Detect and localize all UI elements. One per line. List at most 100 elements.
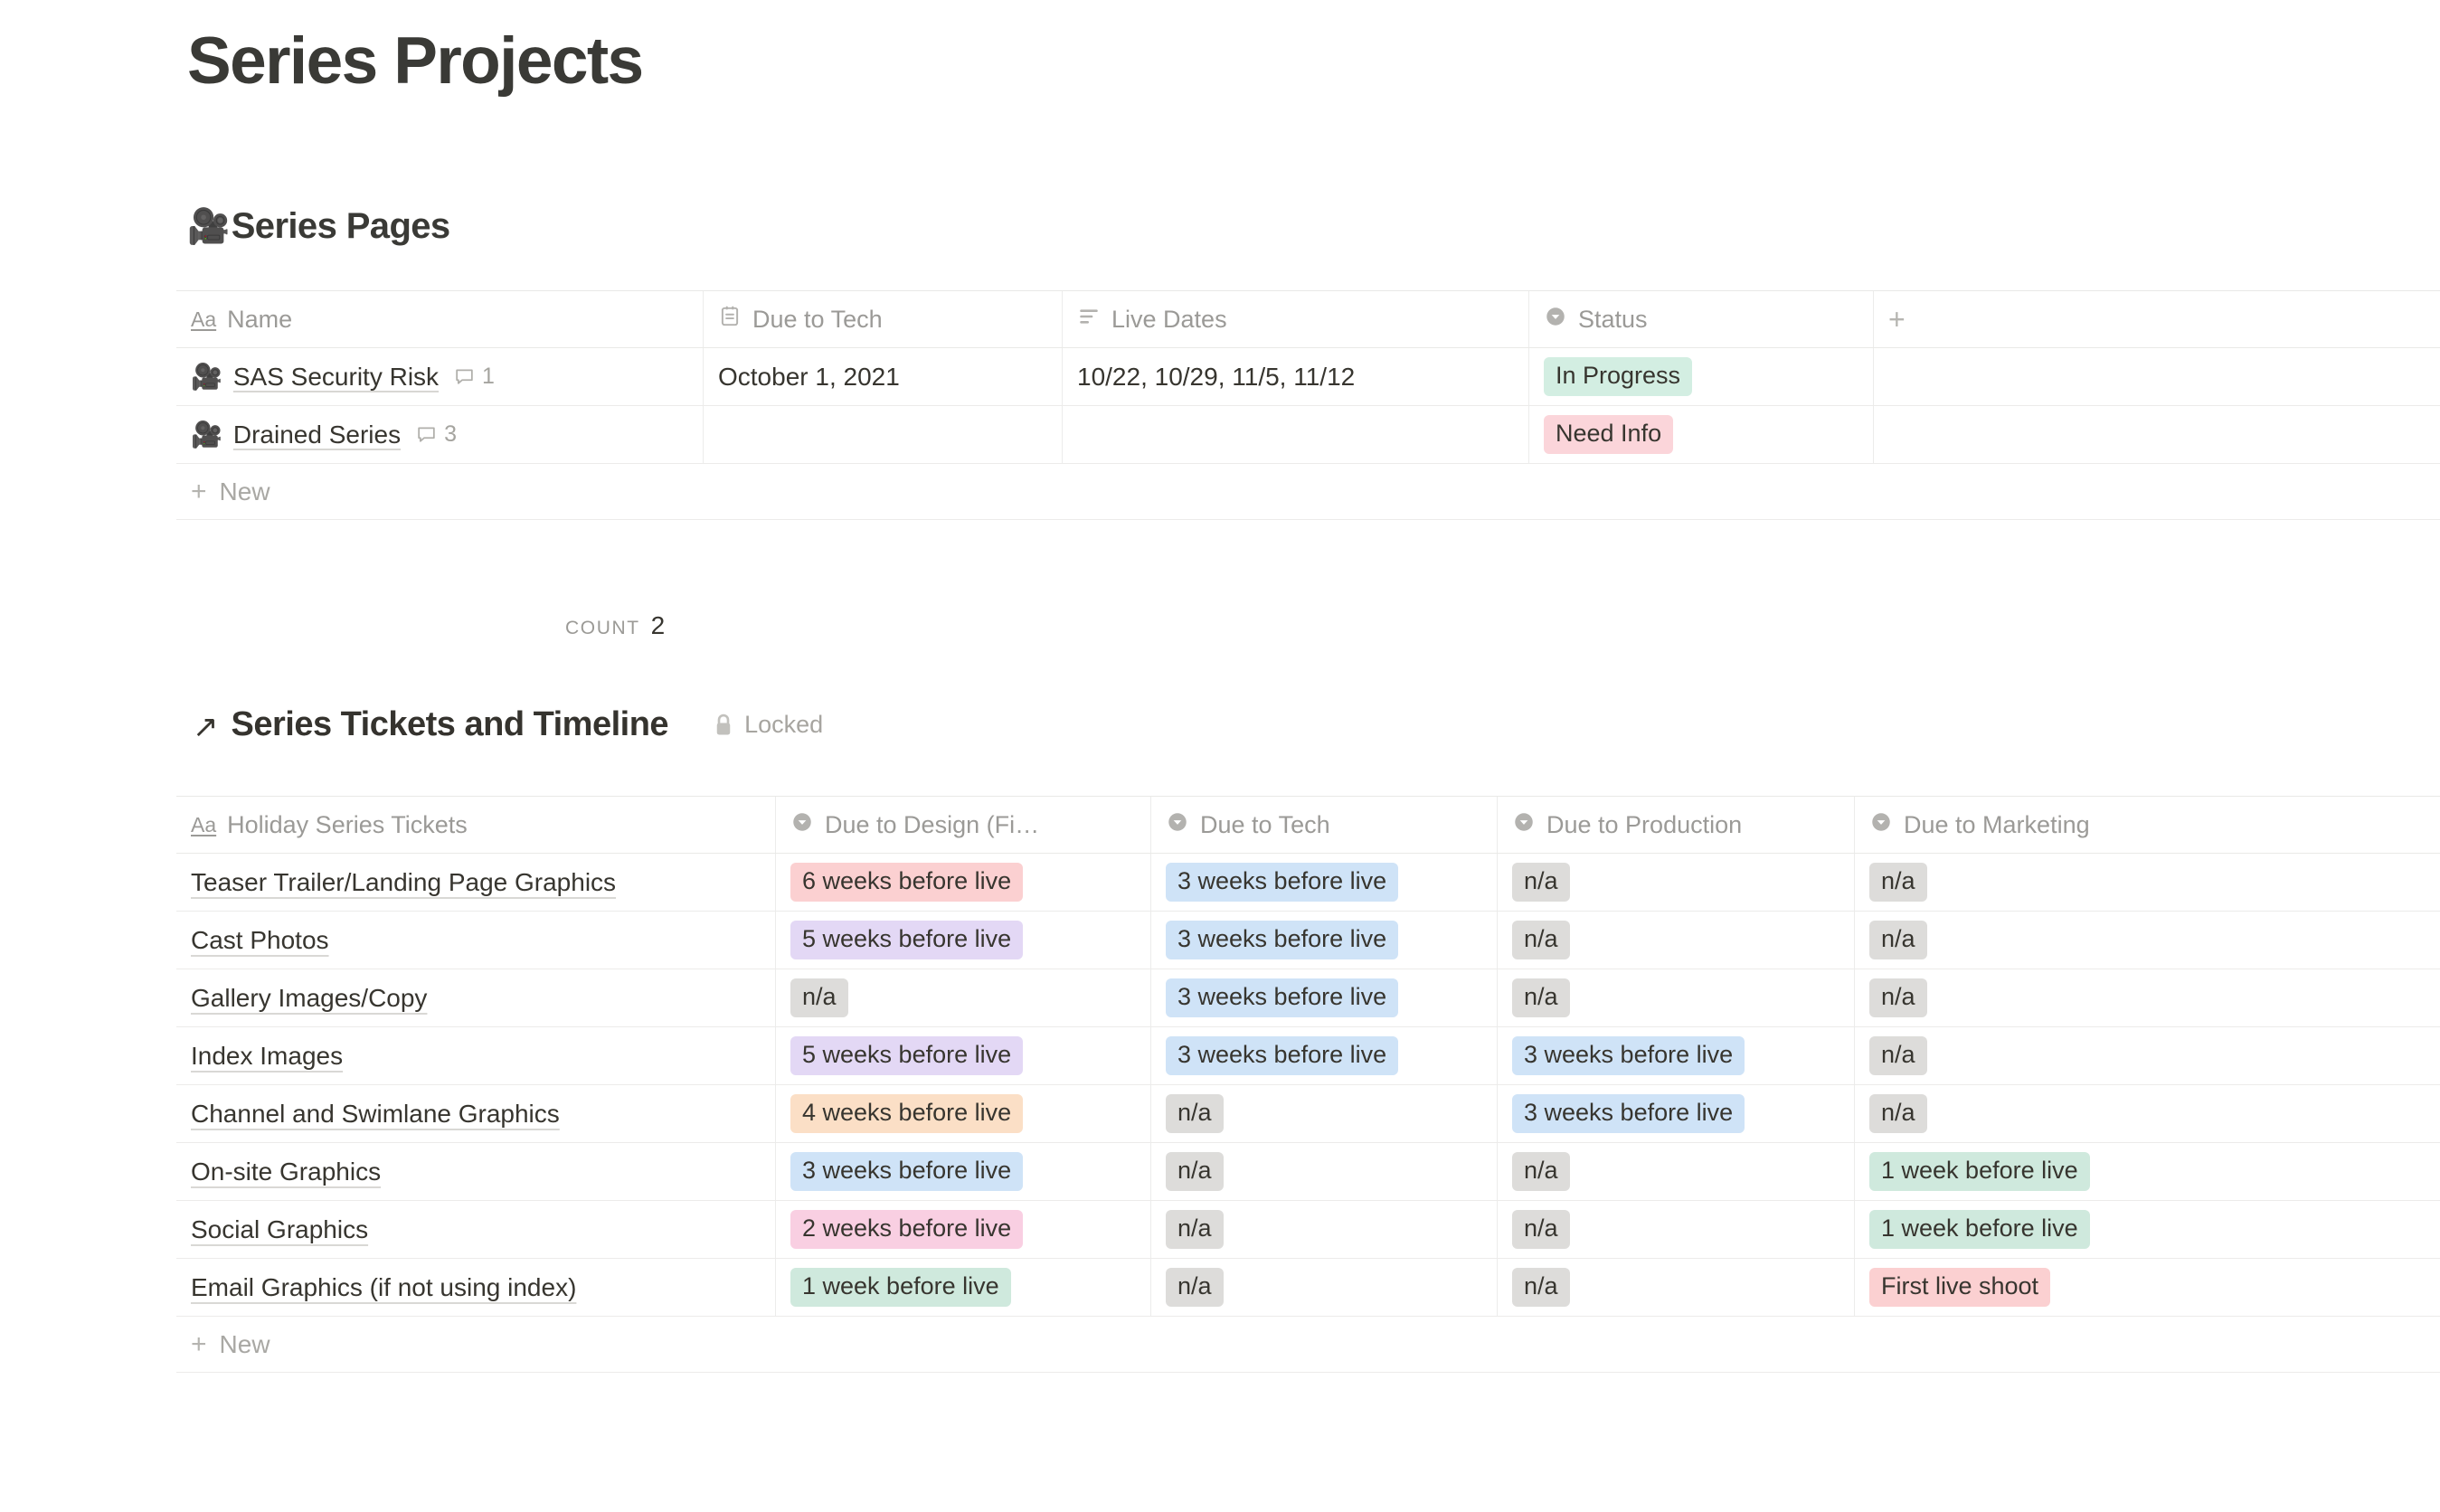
table-row[interactable]: 🎥 SAS Security Risk 1 October 1, 2021 10… <box>176 348 2440 406</box>
cell-due-to-tech[interactable]: n/a <box>1151 1085 1498 1142</box>
table-row[interactable]: On-site Graphics 3 weeks before live n/a… <box>176 1143 2440 1201</box>
count-footer[interactable]: COUNT 2 <box>565 611 665 640</box>
row-name-cell[interactable]: Email Graphics (if not using index) <box>176 1259 776 1316</box>
cell-due-to-marketing[interactable]: 1 week before live <box>1855 1201 2440 1258</box>
table-row[interactable]: Teaser Trailer/Landing Page Graphics 6 w… <box>176 854 2440 912</box>
cell-due-to-design[interactable]: 6 weeks before live <box>776 854 1151 911</box>
page-link[interactable]: Drained Series <box>233 421 401 449</box>
cell-due-to-marketing[interactable]: n/a <box>1855 912 2440 969</box>
cell-due-to-marketing[interactable]: n/a <box>1855 854 2440 911</box>
cell-due-to-production[interactable]: 3 weeks before live <box>1498 1085 1855 1142</box>
series-tickets-title[interactable]: Series Tickets and Timeline <box>232 705 669 744</box>
row-name-cell[interactable]: Gallery Images/Copy <box>176 969 776 1026</box>
row-name[interactable]: On-site Graphics <box>191 1158 381 1186</box>
select-badge: 4 weeks before live <box>790 1093 1024 1134</box>
cell-due-to-production[interactable]: n/a <box>1498 1143 1855 1200</box>
row-name[interactable]: Social Graphics <box>191 1215 368 1244</box>
row-name-cell[interactable]: Index Images <box>176 1027 776 1084</box>
cell-live-dates[interactable]: 10/22, 10/29, 11/5, 11/12 <box>1063 348 1529 405</box>
cell-live-dates[interactable] <box>1063 406 1529 463</box>
cell-due-to-marketing[interactable]: n/a <box>1855 1085 2440 1142</box>
row-name[interactable]: Teaser Trailer/Landing Page Graphics <box>191 868 616 897</box>
add-new-row-button[interactable]: + New <box>176 1317 2440 1373</box>
table-row[interactable]: Email Graphics (if not using index) 1 we… <box>176 1259 2440 1317</box>
select-chevron-icon <box>790 810 814 840</box>
table-row[interactable]: Gallery Images/Copy n/a 3 weeks before l… <box>176 969 2440 1027</box>
select-badge: n/a <box>1166 1267 1224 1308</box>
cell-due-to-production[interactable]: n/a <box>1498 912 1855 969</box>
add-column-button[interactable]: + <box>1874 291 2440 347</box>
comment-count[interactable]: 3 <box>415 421 457 448</box>
add-new-row-button[interactable]: + New <box>176 464 2440 520</box>
cell-due-to-design[interactable]: 5 weeks before live <box>776 1027 1151 1084</box>
cell-due-to-tech[interactable]: 3 weeks before live <box>1151 912 1498 969</box>
cell-due-to-design[interactable]: n/a <box>776 969 1151 1026</box>
row-name-cell[interactable]: On-site Graphics <box>176 1143 776 1200</box>
cell-due-to-production[interactable]: n/a <box>1498 854 1855 911</box>
cell-due-to-tech[interactable]: n/a <box>1151 1201 1498 1258</box>
select-badge: 3 weeks before live <box>1512 1035 1745 1076</box>
row-name-cell[interactable]: Cast Photos <box>176 912 776 969</box>
cell-due-to-production[interactable]: n/a <box>1498 1201 1855 1258</box>
cell-due-to-tech[interactable]: n/a <box>1151 1259 1498 1316</box>
cell-due-to-tech[interactable]: October 1, 2021 <box>704 348 1063 405</box>
cell-due-to-production[interactable]: 3 weeks before live <box>1498 1027 1855 1084</box>
cell-due-to-production[interactable]: n/a <box>1498 1259 1855 1316</box>
table-row[interactable]: Index Images 5 weeks before live 3 weeks… <box>176 1027 2440 1085</box>
column-header-name[interactable]: Aa Name <box>176 291 704 347</box>
select-badge: First live shoot <box>1869 1267 2051 1308</box>
column-header-due-to-tech[interactable]: Due to Tech <box>704 291 1063 347</box>
row-name[interactable]: Cast Photos <box>191 926 329 955</box>
select-badge: 3 weeks before live <box>1166 920 1399 960</box>
row-name-cell[interactable]: 🎥 Drained Series 3 <box>176 406 704 463</box>
select-badge: n/a <box>790 978 848 1018</box>
movie-camera-icon: 🎥 <box>191 362 222 391</box>
row-name-cell[interactable]: Channel and Swimlane Graphics <box>176 1085 776 1142</box>
select-badge: n/a <box>1869 920 1927 960</box>
column-header-due-to-marketing[interactable]: Due to Marketing <box>1855 797 2440 853</box>
row-name-cell[interactable]: Social Graphics <box>176 1201 776 1258</box>
table-row[interactable]: Cast Photos 5 weeks before live 3 weeks … <box>176 912 2440 969</box>
row-name-cell[interactable]: Teaser Trailer/Landing Page Graphics <box>176 854 776 911</box>
column-header-live-dates[interactable]: Live Dates <box>1063 291 1529 347</box>
table-row[interactable]: 🎥 Drained Series 3 Need Info <box>176 406 2440 464</box>
cell-due-to-design[interactable]: 4 weeks before live <box>776 1085 1151 1142</box>
row-name[interactable]: Gallery Images/Copy <box>191 984 427 1013</box>
cell-due-to-design[interactable]: 5 weeks before live <box>776 912 1151 969</box>
page-link[interactable]: SAS Security Risk <box>233 363 439 392</box>
row-name[interactable]: Channel and Swimlane Graphics <box>191 1100 560 1129</box>
select-badge: n/a <box>1166 1151 1224 1192</box>
table-row[interactable]: Channel and Swimlane Graphics 4 weeks be… <box>176 1085 2440 1143</box>
row-name[interactable]: Index Images <box>191 1042 343 1071</box>
cell-due-to-production[interactable]: n/a <box>1498 969 1855 1026</box>
cell-status[interactable]: In Progress <box>1529 348 1874 405</box>
cell-due-to-marketing[interactable]: First live shoot <box>1855 1259 2440 1316</box>
cell-due-to-marketing[interactable]: 1 week before live <box>1855 1143 2440 1200</box>
cell-due-to-design[interactable]: 1 week before live <box>776 1259 1151 1316</box>
column-header-due-to-production[interactable]: Due to Production <box>1498 797 1855 853</box>
column-header-due-to-design[interactable]: Due to Design (Fi… <box>776 797 1151 853</box>
column-header-holiday-series-tickets[interactable]: Aa Holiday Series Tickets <box>176 797 776 853</box>
page-title: Series Projects <box>187 24 644 98</box>
column-header-label: Due to Tech <box>1200 810 1330 838</box>
cell-status[interactable]: Need Info <box>1529 406 1874 463</box>
row-name-cell[interactable]: 🎥 SAS Security Risk 1 <box>176 348 704 405</box>
cell-due-to-tech[interactable]: 3 weeks before live <box>1151 854 1498 911</box>
cell-due-to-marketing[interactable]: n/a <box>1855 1027 2440 1084</box>
cell-due-to-tech[interactable]: 3 weeks before live <box>1151 969 1498 1026</box>
cell-due-to-tech[interactable]: 3 weeks before live <box>1151 1027 1498 1084</box>
cell-due-to-design[interactable]: 2 weeks before live <box>776 1201 1151 1258</box>
cell-due-to-tech[interactable]: n/a <box>1151 1143 1498 1200</box>
cell-empty[interactable] <box>1874 348 2440 405</box>
cell-due-to-design[interactable]: 3 weeks before live <box>776 1143 1151 1200</box>
table-row[interactable]: Social Graphics 2 weeks before live n/a … <box>176 1201 2440 1259</box>
row-name[interactable]: Email Graphics (if not using index) <box>191 1273 576 1302</box>
select-badge: n/a <box>1512 1151 1570 1192</box>
cell-due-to-tech[interactable] <box>704 406 1063 463</box>
column-header-status[interactable]: Status <box>1529 291 1874 347</box>
cell-due-to-marketing[interactable]: n/a <box>1855 969 2440 1026</box>
comment-count[interactable]: 1 <box>453 364 495 390</box>
column-header-due-to-tech[interactable]: Due to Tech <box>1151 797 1498 853</box>
notion-page: Series Projects 🎥 Series Pages Aa Name D… <box>0 0 2440 1512</box>
cell-empty[interactable] <box>1874 406 2440 463</box>
